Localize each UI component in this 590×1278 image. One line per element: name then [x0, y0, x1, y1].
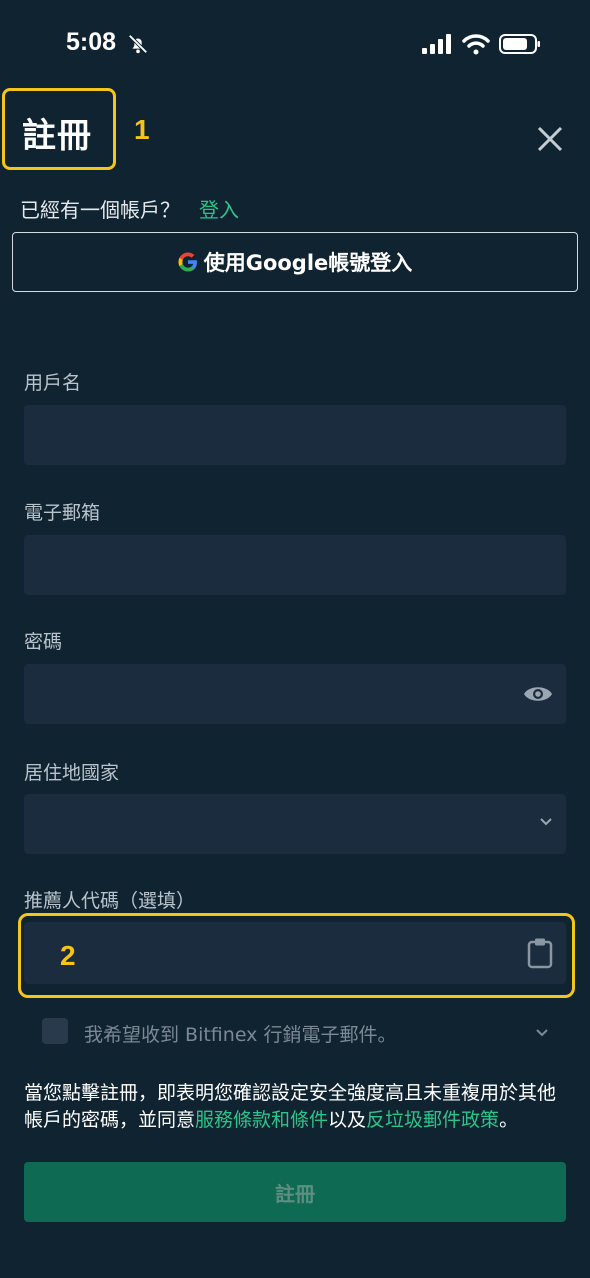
- signal-icon: [422, 34, 451, 54]
- chevron-down-icon: [540, 818, 552, 826]
- antispam-policy-link[interactable]: 反垃圾郵件政策: [366, 1109, 499, 1131]
- google-signin-button[interactable]: 使用Google帳號登入: [12, 232, 578, 292]
- referral-label: 推薦人代碼（選填）: [24, 890, 196, 912]
- referral-input[interactable]: [24, 922, 566, 984]
- terms-suffix: 。: [499, 1109, 519, 1131]
- page-title: 註冊: [22, 116, 92, 156]
- eye-icon[interactable]: [523, 683, 553, 705]
- email-label: 電子郵箱: [24, 502, 101, 524]
- register-submit-button[interactable]: 註冊: [24, 1162, 566, 1222]
- close-icon[interactable]: [535, 124, 565, 154]
- bell-muted-icon: [128, 34, 148, 54]
- chevron-down-icon[interactable]: [535, 1028, 549, 1038]
- marketing-checkbox[interactable]: [42, 1018, 68, 1044]
- login-link[interactable]: 登入: [199, 194, 239, 223]
- username-input[interactable]: [24, 405, 566, 465]
- wifi-icon: [462, 34, 490, 55]
- terms-text: 當您點擊註冊，即表明您確認設定安全強度高且未重複用於其他帳戶的密碼，並同意服務條…: [24, 1080, 569, 1134]
- clipboard-paste-icon[interactable]: [527, 937, 553, 969]
- username-label: 用戶名: [24, 372, 82, 394]
- password-label: 密碼: [24, 631, 63, 653]
- google-icon: [178, 252, 197, 272]
- status-time: 5:08: [66, 28, 117, 56]
- login-prompt-text: 已經有一個帳戶？: [20, 198, 180, 222]
- password-input[interactable]: [24, 664, 566, 724]
- country-select[interactable]: [24, 794, 566, 854]
- annotation-marker-2: 2: [60, 940, 76, 971]
- google-signin-label: 使用Google帳號登入: [203, 251, 413, 275]
- battery-icon: [499, 34, 540, 54]
- country-label: 居住地國家: [24, 762, 120, 784]
- terms-middle: 以及: [328, 1109, 367, 1131]
- terms-of-service-link[interactable]: 服務條款和條件: [195, 1109, 328, 1131]
- email-input[interactable]: [24, 535, 566, 595]
- marketing-label: 我希望收到 Bitfinex 行銷電子郵件。: [84, 1024, 397, 1046]
- annotation-marker-1: 1: [134, 114, 150, 145]
